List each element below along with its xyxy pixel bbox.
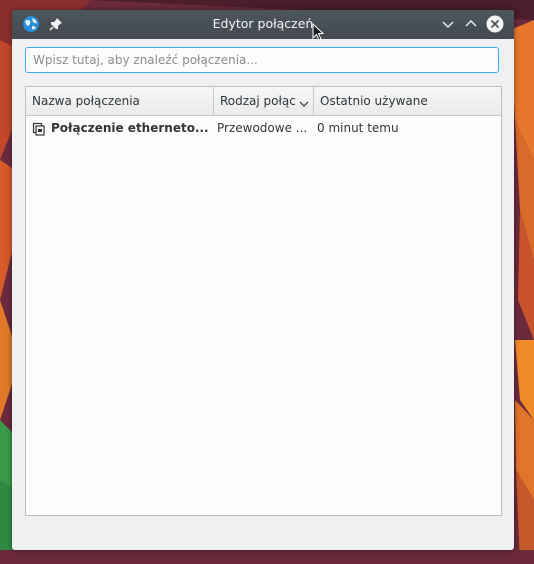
column-header-name[interactable]: Nazwa połączenia — [26, 87, 214, 115]
mouse-cursor-icon — [312, 23, 324, 41]
sort-chevron-down-icon — [298, 96, 310, 108]
connection-name: Połączenie etherneto... — [51, 121, 209, 135]
column-header-last-used[interactable]: Ostatnio używane — [314, 87, 501, 115]
chevron-up-icon — [465, 20, 477, 27]
search-input[interactable] — [25, 47, 499, 73]
connections-list[interactable]: Nazwa połączenia Rodzaj połąc Ostatnio u… — [25, 86, 502, 516]
column-header-type-label: Rodzaj połąc — [220, 94, 296, 108]
titlebar: Edytor połączeń — [12, 10, 514, 39]
connection-type: Przewodowe ... — [217, 121, 308, 135]
table-header: Nazwa połączenia Rodzaj połąc Ostatnio u… — [26, 87, 501, 116]
table-row[interactable]: Połączenie etherneto... Przewodowe ... 0… — [26, 116, 501, 140]
minimize-button[interactable] — [439, 15, 457, 33]
connection-last-used: 0 minut temu — [317, 121, 399, 135]
connection-editor-window: Edytor połączeń Nazwa połączenia Rodzaj … — [12, 10, 514, 550]
close-icon — [486, 15, 504, 33]
maximize-button[interactable] — [462, 15, 480, 33]
chevron-down-icon — [442, 21, 454, 28]
close-button[interactable] — [486, 15, 504, 33]
network-wired-icon — [32, 121, 46, 136]
